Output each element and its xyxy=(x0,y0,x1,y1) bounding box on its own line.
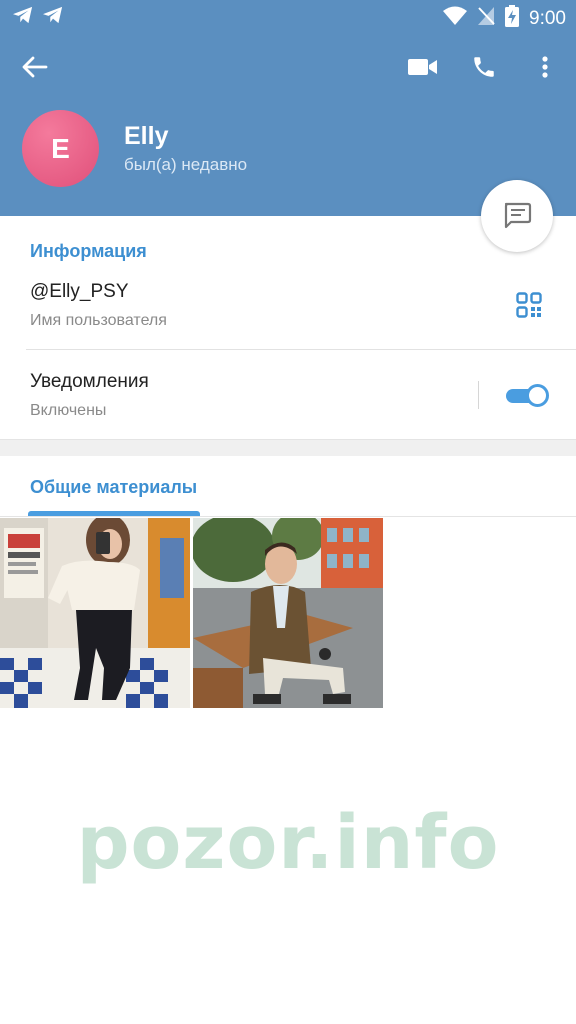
status-bar: 9:00 xyxy=(0,0,576,34)
phone-icon xyxy=(474,57,494,77)
last-seen-status: был(а) недавно xyxy=(124,155,248,174)
telegram-notification-icon xyxy=(12,5,34,30)
notifications-toggle[interactable] xyxy=(506,383,549,407)
notifications-state: Включены xyxy=(30,402,107,419)
back-button[interactable] xyxy=(15,47,55,87)
avatar[interactable]: E xyxy=(22,110,99,187)
qr-code-button[interactable] xyxy=(516,292,542,323)
clock: 9:00 xyxy=(529,7,566,29)
username-caption: Имя пользователя xyxy=(30,312,167,329)
telegram-notification-icon xyxy=(42,5,64,30)
message-icon xyxy=(504,202,532,229)
photo-woman-mirror-selfie-icon xyxy=(0,518,190,708)
section-gap xyxy=(0,439,576,456)
photo-man-on-bench-icon xyxy=(193,518,383,708)
media-photo[interactable] xyxy=(0,518,190,708)
info-section-title: Информация xyxy=(30,241,147,261)
send-message-button[interactable] xyxy=(481,180,553,252)
video-camera-icon xyxy=(408,59,437,75)
media-photo[interactable] xyxy=(193,518,383,708)
watermark: pozor.info xyxy=(76,800,500,886)
separator xyxy=(478,381,479,409)
arrow-back-icon xyxy=(22,56,48,78)
tab-shared-media[interactable]: Общие материалы xyxy=(30,477,197,498)
notifications-label[interactable]: Уведомления xyxy=(30,371,149,393)
username-value[interactable]: @Elly_PSY xyxy=(30,281,129,303)
battery-charging-icon xyxy=(505,5,520,32)
no-signal-icon xyxy=(477,6,495,31)
profile-name: Elly xyxy=(124,122,169,150)
voice-call-button[interactable] xyxy=(464,47,504,87)
divider xyxy=(26,349,576,350)
qr-code-icon xyxy=(516,292,542,318)
profile-header: E Elly был(а) недавно xyxy=(0,34,576,216)
wifi-icon xyxy=(443,6,468,31)
video-call-button[interactable] xyxy=(403,47,443,87)
avatar-letter: E xyxy=(51,132,70,164)
more-vertical-icon xyxy=(542,56,548,78)
divider xyxy=(0,516,576,517)
toggle-knob xyxy=(526,384,549,407)
more-menu-button[interactable] xyxy=(525,47,565,87)
